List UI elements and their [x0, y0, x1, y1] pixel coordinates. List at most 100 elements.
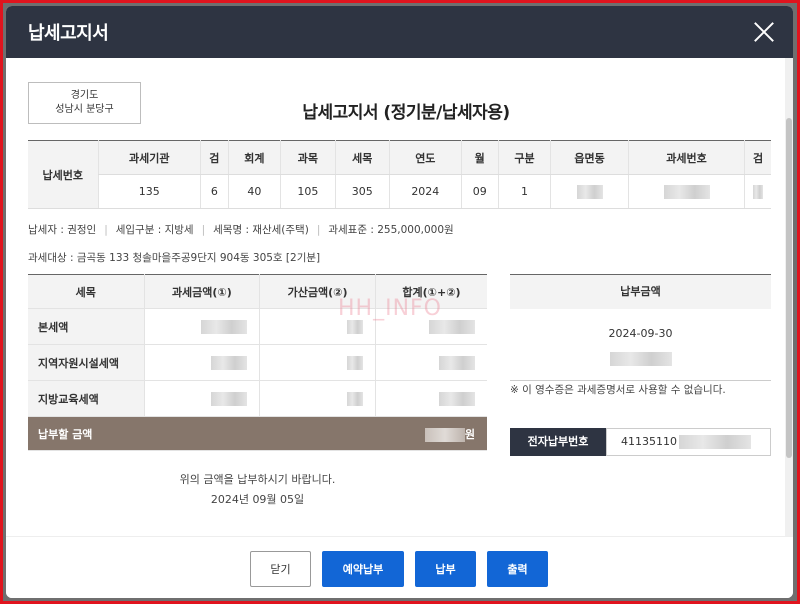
value-division: 1	[497, 174, 551, 209]
tax-notice-modal: 납세고지서 경기도 성남시 분당구 납세고지서 (정기분/납세자용) 납세번호 …	[6, 6, 793, 598]
amount-cell	[143, 380, 260, 417]
header-month: 월	[460, 140, 499, 175]
close-button[interactable]: 닫기	[250, 551, 311, 587]
header-tax-office: 과세기관	[97, 140, 201, 175]
header-account: 회계	[227, 140, 281, 175]
header-division: 구분	[497, 140, 551, 175]
redacted-mark	[753, 184, 764, 199]
region-city: 성남시 분당구	[55, 104, 114, 115]
close-icon[interactable]	[753, 21, 775, 43]
epay-number-value: 41135110	[606, 428, 771, 456]
value-district-redacted	[550, 174, 629, 209]
header-item: 세목	[28, 274, 144, 309]
modal-header: 납세고지서	[6, 6, 793, 58]
redacted-mark	[346, 319, 363, 334]
payment-amount-redacted	[510, 348, 771, 367]
revenue-category: 세입구분 : 지방세	[115, 224, 194, 236]
tax-standard: 과세표준 : 255,000,000원	[328, 224, 454, 236]
modal-title: 납세고지서	[28, 23, 109, 44]
taxpayer-name: 납세자 : 권정인	[28, 224, 97, 236]
total-unit: 원	[464, 427, 475, 441]
tax-number-header-row: 납세번호 과세기관 검 회계 과목 세목 연도 월 구분 읍면동 과세번호 검	[28, 140, 771, 209]
request-date: 2024년 09월 05일	[210, 493, 305, 506]
amount-table: 세목 과세금액(①) 가산금액(②) 합계(①+②) 본세액 지역자원시설세액 …	[28, 274, 487, 451]
amount-cell	[259, 344, 376, 381]
redacted-mark	[201, 319, 248, 334]
scrollbar-track[interactable]	[785, 58, 793, 536]
row-label-main-tax: 본세액	[28, 308, 144, 345]
value-year: 2024	[388, 174, 462, 209]
header-year: 연도	[388, 140, 462, 175]
divider: |	[316, 224, 321, 236]
header-additional-amount: 가산금액(②)	[259, 274, 376, 309]
redacted-mark	[346, 355, 363, 370]
tax-number-label: 납세번호	[28, 140, 98, 209]
modal-footer: 닫기 예약납부 납부 출력	[6, 536, 793, 598]
total-amount: 원	[144, 416, 487, 451]
table-row: 지역자원시설세액	[28, 344, 487, 381]
amount-cell	[143, 308, 260, 345]
value-tax-serial-redacted	[627, 174, 745, 209]
amount-cell	[143, 344, 260, 381]
redacted-mark	[424, 427, 465, 442]
payment-panel: 납부금액 2024-09-30	[510, 274, 771, 381]
value-check-1: 6	[200, 174, 229, 209]
redacted-mark	[679, 435, 751, 449]
tax-number-value-row: 135 6 40 105 305 2024 09 1	[28, 174, 771, 209]
total-row: 납부할 금액 원	[28, 416, 487, 451]
header-district: 읍면동	[550, 140, 629, 175]
payment-request: 위의 금액을 납부하시기 바랍니다. 2024년 09월 05일	[28, 470, 487, 510]
print-button[interactable]: 출력	[487, 551, 548, 587]
total-label: 납부할 금액	[28, 416, 144, 451]
payment-due-date: 2024-09-30	[608, 327, 673, 340]
redacted-mark	[576, 184, 603, 199]
redacted-mark	[211, 355, 248, 370]
table-row: 지방교육세액	[28, 380, 487, 417]
amount-cell	[374, 380, 487, 417]
header-tax-amount: 과세금액(①)	[143, 274, 260, 309]
value-tax-item: 305	[334, 174, 390, 209]
redacted-mark	[439, 391, 475, 406]
value-check-2-redacted	[744, 174, 771, 209]
amount-cell	[374, 344, 487, 381]
redacted-mark	[663, 184, 710, 199]
divider: |	[201, 224, 206, 236]
header-check-1: 검	[200, 140, 229, 175]
amount-cell	[259, 308, 376, 345]
header-check-2: 검	[744, 140, 771, 175]
amount-cell	[374, 308, 487, 345]
value-subject: 105	[280, 174, 336, 209]
amount-cell	[259, 380, 376, 417]
epay-number-label: 전자납부번호	[510, 428, 606, 456]
tax-item-name: 세목명 : 재산세(주택)	[213, 224, 309, 236]
tax-target: 과세대상 : 금곡동 133 청솔마을주공9단지 904동 305호 [2기분]	[28, 252, 321, 264]
region-province: 경기도	[70, 90, 99, 101]
header-subject: 과목	[280, 140, 336, 175]
document-title: 납세고지서 (정기분/납세자용)	[302, 103, 510, 123]
epay-number-text: 41135110	[621, 435, 677, 448]
payment-header: 납부금액	[510, 275, 771, 309]
pay-button[interactable]: 납부	[415, 551, 476, 587]
redacted-mark	[429, 319, 475, 334]
divider: |	[104, 224, 108, 236]
redacted-mark	[346, 391, 363, 406]
row-label-local-education-tax: 지방교육세액	[28, 380, 144, 417]
redacted-mark	[211, 391, 248, 406]
scrollbar-thumb[interactable]	[786, 118, 792, 458]
tax-number-table: 납세번호 과세기관 검 회계 과목 세목 연도 월 구분 읍면동 과세번호 검 …	[28, 140, 771, 209]
value-tax-office: 135	[97, 174, 201, 209]
header-sum: 합계(①+②)	[374, 274, 487, 309]
reserve-payment-button[interactable]: 예약납부	[322, 551, 404, 587]
region-box: 경기도 성남시 분당구	[28, 82, 141, 124]
header-tax-item: 세목	[334, 140, 390, 175]
amount-header-row: 세목 과세금액(①) 가산금액(②) 합계(①+②)	[28, 274, 487, 309]
row-label-regional-resource-tax: 지역자원시설세액	[28, 344, 144, 381]
redacted-mark	[439, 355, 475, 370]
value-account: 40	[227, 174, 281, 209]
receipt-notice: ※ 이 영수증은 과세증명서로 사용할 수 없습니다.	[510, 384, 726, 396]
value-month: 09	[460, 174, 499, 209]
modal-body: 경기도 성남시 분당구 납세고지서 (정기분/납세자용) 납세번호 과세기관 검…	[6, 58, 785, 536]
taxpayer-info-line: 납세자 : 권정인 | 세입구분 : 지방세 | 세목명 : 재산세(주택) | 과세표준 …	[28, 222, 454, 237]
header-tax-serial: 과세번호	[627, 140, 745, 175]
table-row: 본세액	[28, 308, 487, 345]
